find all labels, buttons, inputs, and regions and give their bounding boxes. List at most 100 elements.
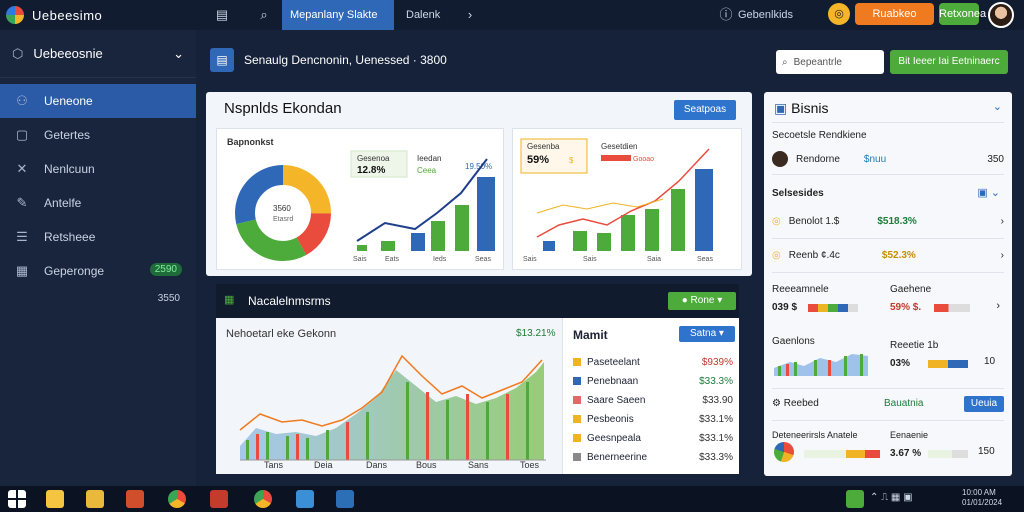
orange-button[interactable]: Ruabkeo — [855, 3, 934, 25]
section-label: Gaenlons — [772, 336, 815, 347]
chevron-down-icon[interactable]: ⌄ — [993, 100, 1002, 113]
progress-bar — [928, 360, 968, 368]
progress-bar — [804, 450, 880, 458]
kpi-title: Gesenoa — [357, 154, 390, 163]
sparkline-chart — [774, 354, 868, 376]
chevron-icon[interactable]: › — [460, 5, 480, 25]
divider — [772, 238, 1004, 239]
browser-icon[interactable] — [168, 490, 186, 508]
action-button[interactable]: Ueuia — [964, 396, 1004, 412]
legend-row[interactable]: Penebnaan $33.3% — [573, 373, 733, 389]
person-value: 350 — [987, 153, 1004, 165]
status-badge: 2590 — [149, 263, 182, 276]
taskbar: ⌃ ⎍ ▦ ▣ 10:00 AM 01/01/2024 — [0, 486, 1024, 512]
legend-row[interactable]: Paseteelant $939% — [573, 354, 733, 370]
legend-row[interactable]: Pesbeonis $33.1% — [573, 411, 733, 427]
person-row[interactable]: Rendorne $nuu 350 — [772, 148, 1004, 170]
tray-icon[interactable] — [846, 490, 864, 508]
area-chart — [239, 354, 546, 461]
divider — [772, 272, 1004, 273]
sidebar-item-6[interactable]: ▦ Geperonge 2590 — [0, 254, 196, 288]
metric-label: Reenb ¢.4c — [788, 250, 840, 261]
legend-value: $33.1% — [699, 432, 733, 444]
chevron-right-icon[interactable]: › — [1001, 250, 1004, 261]
svg-text:59%: 59% — [527, 154, 549, 166]
brand[interactable]: Uebeesimo — [6, 5, 102, 25]
gear-icon: ⚙ — [772, 398, 781, 409]
start-icon[interactable] — [8, 490, 26, 508]
search-icon[interactable]: ⌕ — [254, 5, 274, 25]
metric-value: 03% — [890, 358, 911, 369]
shield-icon: ⬡ — [12, 45, 24, 61]
person-tag: $nuu — [863, 153, 887, 165]
browser-icon[interactable] — [254, 490, 272, 508]
svg-text:Sais: Sais — [583, 256, 597, 263]
legend-value: $33.90 — [702, 394, 733, 406]
legend-label: Penebnaan — [587, 375, 639, 387]
office-icon[interactable] — [126, 490, 144, 508]
search-input[interactable]: ⌕ Bepeantrle — [776, 50, 884, 74]
coin-icon[interactable]: ◎ — [828, 3, 850, 25]
filter-icon[interactable]: ▣ ⌄ — [977, 186, 1000, 199]
info-icon[interactable]: ⓘ — [716, 5, 736, 25]
primary-action-button[interactable]: Bit Ieeer Iai Eetninaerc — [890, 50, 1008, 74]
chart-title: Nehoetarl eke Gekonn — [226, 328, 337, 340]
section-bar: ▦ Nacalelnmsrms ● Rone ▾ — [216, 284, 739, 318]
chevron-down-icon[interactable]: ⌄ — [173, 46, 184, 62]
section-label: Selsesides — [772, 188, 824, 199]
card-button[interactable]: Seatpoas — [674, 100, 736, 120]
tab-secondary[interactable]: Dalenk — [398, 0, 452, 30]
x-tick: Bous — [416, 460, 437, 470]
sidebar-header[interactable]: ⬡ Uebeeosnie ⌄ — [0, 30, 196, 78]
chevron-right-icon[interactable]: › — [1001, 216, 1004, 227]
sidebar-item-1[interactable]: ⚇ Ueneone — [0, 84, 196, 118]
mini-pie — [774, 442, 794, 462]
legend-row[interactable]: Benerneerine $33.3% — [573, 449, 733, 465]
section-label: Eenaenie — [890, 430, 929, 440]
coin-icon: ◎ — [772, 250, 781, 261]
clock[interactable]: 10:00 AM 01/01/2024 — [962, 488, 1002, 508]
sidebar-item-2[interactable]: ▢ Getertes — [0, 118, 196, 152]
section-label: Reeetie 1b — [890, 340, 939, 351]
section-title: Nacalelnmsrms — [248, 294, 331, 308]
legend-label: Benerneerine — [587, 451, 648, 463]
chevron-right-icon[interactable]: › — [996, 300, 1000, 312]
divider — [772, 174, 1004, 175]
x-tick: Toes — [520, 460, 540, 470]
sidebar-item-5[interactable]: ☰ Retsheee — [0, 220, 196, 254]
grid-icon: ▦ — [15, 263, 29, 278]
svg-text:Gooao: Gooao — [633, 156, 654, 163]
folder-icon[interactable] — [86, 490, 104, 508]
search-placeholder: Bepeantrle — [793, 56, 842, 68]
metric-row[interactable]: ◎ Reenb ¢.4c $52.3% › — [772, 250, 1004, 261]
sidebar-item-4[interactable]: ✎ Antelfe — [0, 186, 196, 220]
app-icon[interactable] — [210, 490, 228, 508]
calendar-icon[interactable]: ▤ — [212, 5, 232, 25]
legend-row[interactable]: Saare Saeen $33.90 — [573, 392, 733, 408]
metric-value: 039 $ — [772, 302, 798, 313]
pie-panel: Bapnonkst 3560 Etasrd Gesenoa 12.8% Ieed… — [216, 128, 504, 270]
tray-icons[interactable]: ⌃ ⎍ ▦ ▣ — [870, 492, 913, 503]
legend-row[interactable]: Geesnpeala $33.1% — [573, 430, 733, 446]
right-panel: ▣ Bisnis ⌄ Secoetsle Rendkiene Rendorne … — [764, 92, 1012, 476]
metric-value: $52.3% — [881, 250, 916, 261]
legend-value: $939% — [701, 356, 733, 368]
legend-label: Pesbeonis — [587, 413, 634, 425]
section-dropdown[interactable]: ● Rone ▾ — [668, 292, 736, 310]
section-label: Secoetsle Rendkiene — [772, 130, 867, 141]
sidebar-item-label: Retsheee — [44, 230, 96, 244]
sidebar-title: Uebeeosnie — [33, 46, 103, 61]
green-button[interactable]: Retxonea — [939, 3, 986, 25]
sidebar-item-3[interactable]: ✕ Nenlcuun — [0, 152, 196, 186]
x-tick: Tans — [264, 460, 284, 470]
edge-icon[interactable] — [336, 490, 354, 508]
tab-main[interactable]: Mepanlany Slakte — [282, 0, 394, 30]
app-title: Uebeesimo — [32, 7, 103, 23]
app-icon[interactable] — [296, 490, 314, 508]
sidebar: ⬡ Uebeeosnie ⌄ ⚇ Ueneone ▢ Getertes ✕ Ne… — [0, 30, 196, 486]
avatar[interactable] — [988, 2, 1014, 28]
legend-button[interactable]: Satna ▾ — [679, 326, 735, 342]
metric-row[interactable]: ◎ Benolot 1.$ $518.3% › — [772, 216, 1004, 227]
top-bar: Uebeesimo ▤ ⌕ Mepanlany Slakte Dalenk › … — [0, 0, 1024, 30]
folder-icon[interactable] — [46, 490, 64, 508]
